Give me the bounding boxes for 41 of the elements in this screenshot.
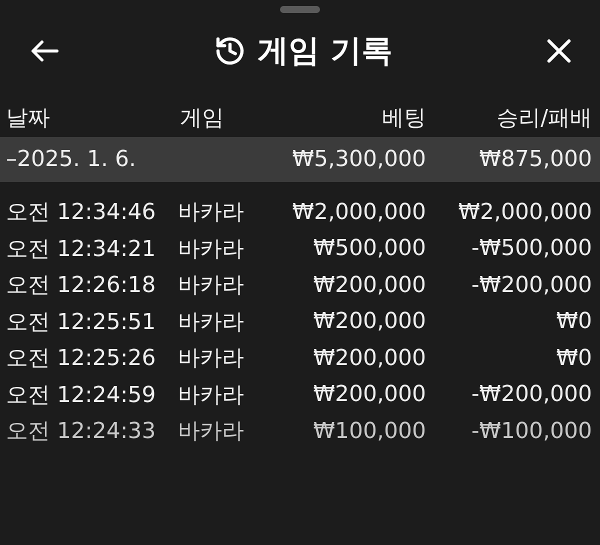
- time-cell-text: 오전 12:24:59: [6, 382, 157, 410]
- result-cell-text: -₩500,000: [470, 236, 592, 262]
- time-cell-text: 오전 12:34:46: [6, 199, 157, 228]
- game-cell-text: 바카라: [178, 199, 245, 228]
- time-cell-text: 오전 12:25:51: [6, 308, 157, 337]
- bet-cell-text: ₩500,000: [312, 236, 426, 262]
- result-cell-text: -₩100,000: [470, 418, 592, 444]
- result-cell-text: ₩2,000,000: [457, 200, 592, 225]
- column-header: 날짜: [6, 105, 51, 133]
- bet-cell-text: ₩100,000: [312, 418, 426, 444]
- date-group-row[interactable]: –2025. 1. 6. ₩5,300,000 ₩875,000: [0, 137, 600, 182]
- result-cell-text: -₩200,000: [470, 272, 592, 298]
- bet-cell-text: ₩200,000: [312, 346, 426, 371]
- bet-cell-text: ₩200,000: [312, 309, 426, 334]
- column-header: 승리/패배: [496, 105, 592, 133]
- time-cell-text: 오전 12:24:33: [6, 418, 157, 446]
- game-cell-text: 바카라: [178, 382, 245, 410]
- drag-handle[interactable]: [280, 6, 320, 13]
- bet-cell-text: ₩2,000,000: [291, 200, 426, 225]
- result-cell-text: -₩200,000: [470, 382, 592, 408]
- game-cell-text: 바카라: [178, 236, 245, 264]
- result-cell-text: ₩0: [555, 309, 592, 334]
- game-cell-text: 바카라: [178, 272, 245, 300]
- group-result-total: ₩875,000: [478, 147, 592, 172]
- result-cell-text: ₩0: [555, 346, 592, 371]
- group-bet-total: ₩5,300,000: [291, 147, 426, 172]
- page-title: 게임 기록: [258, 32, 392, 70]
- close-button[interactable]: [546, 38, 572, 64]
- column-header: 게임: [179, 105, 225, 133]
- group-date: –2025. 1. 6.: [6, 147, 137, 172]
- history-icon: [214, 34, 246, 66]
- time-cell-text: 오전 12:25:26: [6, 345, 157, 374]
- game-cell-text: 바카라: [178, 345, 245, 374]
- game-cell-text: 바카라: [178, 418, 245, 446]
- bet-cell-text: ₩200,000: [312, 272, 426, 298]
- bet-cell-text: ₩200,000: [312, 382, 426, 408]
- back-button[interactable]: [30, 38, 60, 62]
- game-cell-text: 바카라: [178, 308, 245, 337]
- time-cell-text: 오전 12:26:18: [6, 272, 157, 300]
- column-header: 베팅: [381, 105, 426, 133]
- time-cell-text: 오전 12:34:21: [6, 236, 157, 264]
